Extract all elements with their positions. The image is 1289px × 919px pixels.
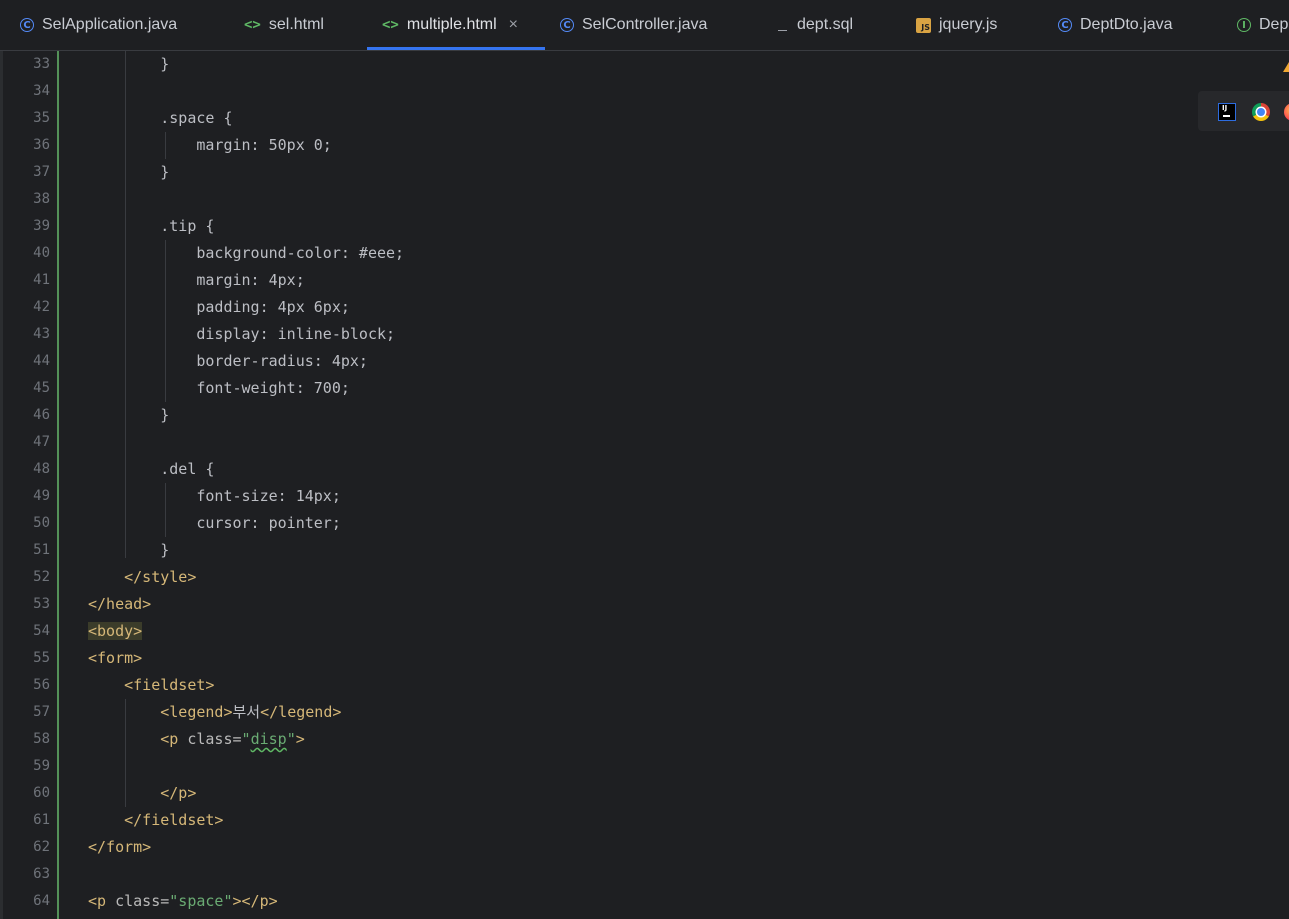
tab-multiple-html[interactable]: <> multiple.html × <box>367 0 545 50</box>
code-line-42: padding: 4px 6px; <box>196 298 350 316</box>
code-line-52: </style> <box>124 568 197 586</box>
code-line-64: <p class="space"></p> <box>88 892 278 910</box>
code-line-57: <legend>부서</legend> <box>160 703 342 721</box>
line-number: 54 <box>33 623 50 639</box>
line-number: 49 <box>33 488 50 504</box>
code-line-44: border-radius: 4px; <box>196 352 368 370</box>
line-number: 37 <box>33 164 50 180</box>
code-line-37: } <box>160 163 170 181</box>
close-icon[interactable]: × <box>509 16 518 34</box>
tab-dep-truncated[interactable]: I Dep <box>1237 0 1288 50</box>
line-number: 36 <box>33 137 50 153</box>
line-number: 60 <box>33 785 50 801</box>
warning-icon[interactable] <box>1283 62 1289 72</box>
line-number: 47 <box>33 434 50 450</box>
java-class-icon: C <box>20 18 34 32</box>
tab-label: multiple.html <box>406 16 497 33</box>
code-line-43: display: inline-block; <box>196 325 396 343</box>
code-line-58: <p class="disp"> <box>160 730 305 748</box>
code-editor[interactable]: 33 34 35 36 37 38 39 40 41 42 43 44 45 46 47 48 49 50 51 52… <box>0 51 1289 919</box>
code-line-41: margin: 4px; <box>196 271 305 289</box>
intellij-icon[interactable] <box>1218 103 1236 121</box>
code-line-50: cursor: pointer; <box>196 514 341 532</box>
tab-jquery-js[interactable]: JS jquery.js <box>916 0 997 50</box>
tab-label: sel.html <box>268 16 324 33</box>
line-number: 61 <box>33 812 50 828</box>
code-line-40: background-color: #eee; <box>196 244 405 262</box>
line-number: 62 <box>33 839 50 855</box>
code-line-36: margin: 50px 0; <box>196 136 332 154</box>
code-line-49: font-size: 14px; <box>196 487 341 505</box>
code-line-39: .tip { <box>160 217 215 235</box>
html-file-icon: <> <box>244 17 261 33</box>
line-number: 43 <box>33 326 50 342</box>
chrome-icon[interactable] <box>1252 103 1270 121</box>
tab-label: dept.sql <box>797 16 854 33</box>
code-line-51: } <box>160 541 170 559</box>
tab-label: DeptDto.java <box>1080 16 1173 33</box>
line-number: 50 <box>33 515 50 531</box>
line-number: 57 <box>33 704 50 720</box>
code-line-61: </fieldset> <box>124 811 224 829</box>
line-number: 52 <box>33 569 50 585</box>
line-number: 38 <box>33 191 50 207</box>
line-number: 41 <box>33 272 50 288</box>
code-line-48: .del { <box>160 460 215 478</box>
line-number: 35 <box>33 110 50 126</box>
line-number: 55 <box>33 650 50 666</box>
code-line-35: .space { <box>160 109 233 127</box>
code-line-56: <fieldset> <box>124 676 215 694</box>
tab-label: SelApplication.java <box>42 16 178 33</box>
java-class-icon: C <box>560 18 574 32</box>
code-line-60: </p> <box>160 784 197 802</box>
line-number: 39 <box>33 218 50 234</box>
line-number: 64 <box>33 893 50 909</box>
tab-label: SelController.java <box>582 16 708 33</box>
active-tab-indicator <box>367 47 545 50</box>
code-line-55: <form> <box>88 649 143 667</box>
java-interface-icon: I <box>1237 18 1251 32</box>
html-file-icon: <> <box>382 17 399 33</box>
browser-preview-popup <box>1198 91 1289 131</box>
tab-dept-sql[interactable]: dept.sql <box>775 0 853 50</box>
tab-deptdto-java[interactable]: C DeptDto.java <box>1058 0 1173 50</box>
line-number: 48 <box>33 461 50 477</box>
line-number: 59 <box>33 758 50 774</box>
code-line-45: font-weight: 700; <box>196 379 350 397</box>
tab-sel-html[interactable]: <> sel.html <box>244 0 324 50</box>
line-number: 42 <box>33 299 50 315</box>
code-line-33: } <box>160 55 170 73</box>
line-number: 51 <box>33 542 50 558</box>
vcs-added-marker <box>57 51 59 919</box>
line-number: 56 <box>33 677 50 693</box>
line-number: 33 <box>33 56 50 72</box>
tab-label: Dep <box>1259 16 1289 33</box>
line-number: 34 <box>33 83 50 99</box>
line-number: 45 <box>33 380 50 396</box>
line-number: 63 <box>33 866 50 882</box>
editor-tab-bar: C SelApplication.java <> sel.html <> mul… <box>0 0 1289 51</box>
line-number: 40 <box>33 245 50 261</box>
tab-label: jquery.js <box>939 16 998 33</box>
tab-selapplication-java[interactable]: C SelApplication.java <box>20 0 177 50</box>
tab-selcontroller-java[interactable]: C SelController.java <box>560 0 707 50</box>
line-number: 44 <box>33 353 50 369</box>
firefox-icon[interactable] <box>1284 103 1289 121</box>
line-number: 53 <box>33 596 50 612</box>
code-line-53: </head> <box>88 595 152 613</box>
line-number: 58 <box>33 731 50 747</box>
code-line-62: </form> <box>88 838 152 856</box>
code-line-54: <body> <box>88 622 143 640</box>
js-file-icon: JS <box>916 17 931 33</box>
java-class-icon: C <box>1058 18 1072 32</box>
code-line-46: } <box>160 406 170 424</box>
line-number: 46 <box>33 407 50 423</box>
sql-file-icon <box>775 19 789 31</box>
